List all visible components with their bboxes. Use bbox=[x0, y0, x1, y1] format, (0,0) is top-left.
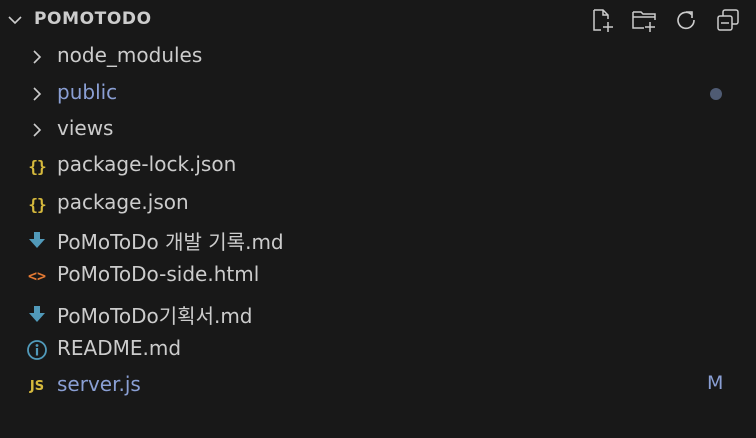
info-icon bbox=[26, 339, 48, 361]
chevron-right-icon[interactable] bbox=[26, 83, 48, 105]
json-icon: {} bbox=[28, 156, 46, 176]
tree-item-pomotodo-plan-md[interactable]: PoMoToDo기획서.md bbox=[0, 295, 756, 331]
explorer-section-header[interactable]: POMOTODO bbox=[0, 0, 756, 38]
markdown-icon bbox=[26, 229, 48, 251]
chevron-right-icon[interactable] bbox=[26, 119, 48, 141]
tree-item-label: README.md bbox=[57, 336, 182, 360]
tree-item-label: PoMoToDo기획서.md bbox=[57, 304, 253, 328]
tree-item-views[interactable]: views bbox=[0, 111, 756, 147]
modified-dot-indicator bbox=[710, 88, 722, 100]
refresh-icon[interactable] bbox=[672, 6, 700, 34]
tree-item-readme-md[interactable]: README.md bbox=[0, 331, 756, 367]
tree-item-label: package.json bbox=[57, 190, 189, 214]
chevron-down-icon[interactable] bbox=[6, 11, 24, 29]
tree-item-pomotodo-dev-log-md[interactable]: PoMoToDo 개발 기록.md bbox=[0, 221, 756, 257]
tree-item-public[interactable]: public bbox=[0, 75, 756, 111]
json-icon: {} bbox=[28, 194, 46, 214]
tree-item-package-lock-json[interactable]: {} package-lock.json bbox=[0, 147, 756, 183]
tree-item-node-modules[interactable]: node_modules bbox=[0, 38, 756, 74]
tree-item-label: public bbox=[57, 80, 118, 104]
explorer-section-title: POMOTODO bbox=[34, 9, 152, 29]
tree-item-server-js[interactable]: JS server.js M bbox=[0, 367, 756, 403]
explorer-panel: POMOTODO node_modules public views {} pa… bbox=[0, 0, 756, 438]
tree-item-label: package-lock.json bbox=[57, 152, 237, 176]
markdown-icon bbox=[26, 303, 48, 325]
tree-item-pomotodo-side-html[interactable]: <> PoMoToDo-side.html bbox=[0, 257, 756, 293]
tree-item-label: PoMoToDo 개발 기록.md bbox=[57, 230, 284, 254]
new-file-icon[interactable] bbox=[588, 6, 616, 34]
tree-item-label: PoMoToDo-side.html bbox=[57, 262, 260, 286]
collapse-all-icon[interactable] bbox=[714, 6, 742, 34]
chevron-right-icon[interactable] bbox=[26, 46, 48, 68]
git-status-badge: M bbox=[707, 372, 724, 394]
tree-item-label: views bbox=[57, 116, 114, 140]
html-icon: <> bbox=[27, 267, 47, 285]
tree-item-label: server.js bbox=[57, 372, 141, 396]
new-folder-icon[interactable] bbox=[630, 6, 658, 34]
js-icon: JS bbox=[29, 378, 45, 394]
explorer-actions bbox=[588, 6, 742, 34]
tree-item-package-json[interactable]: {} package.json bbox=[0, 185, 756, 221]
tree-item-label: node_modules bbox=[57, 43, 203, 67]
